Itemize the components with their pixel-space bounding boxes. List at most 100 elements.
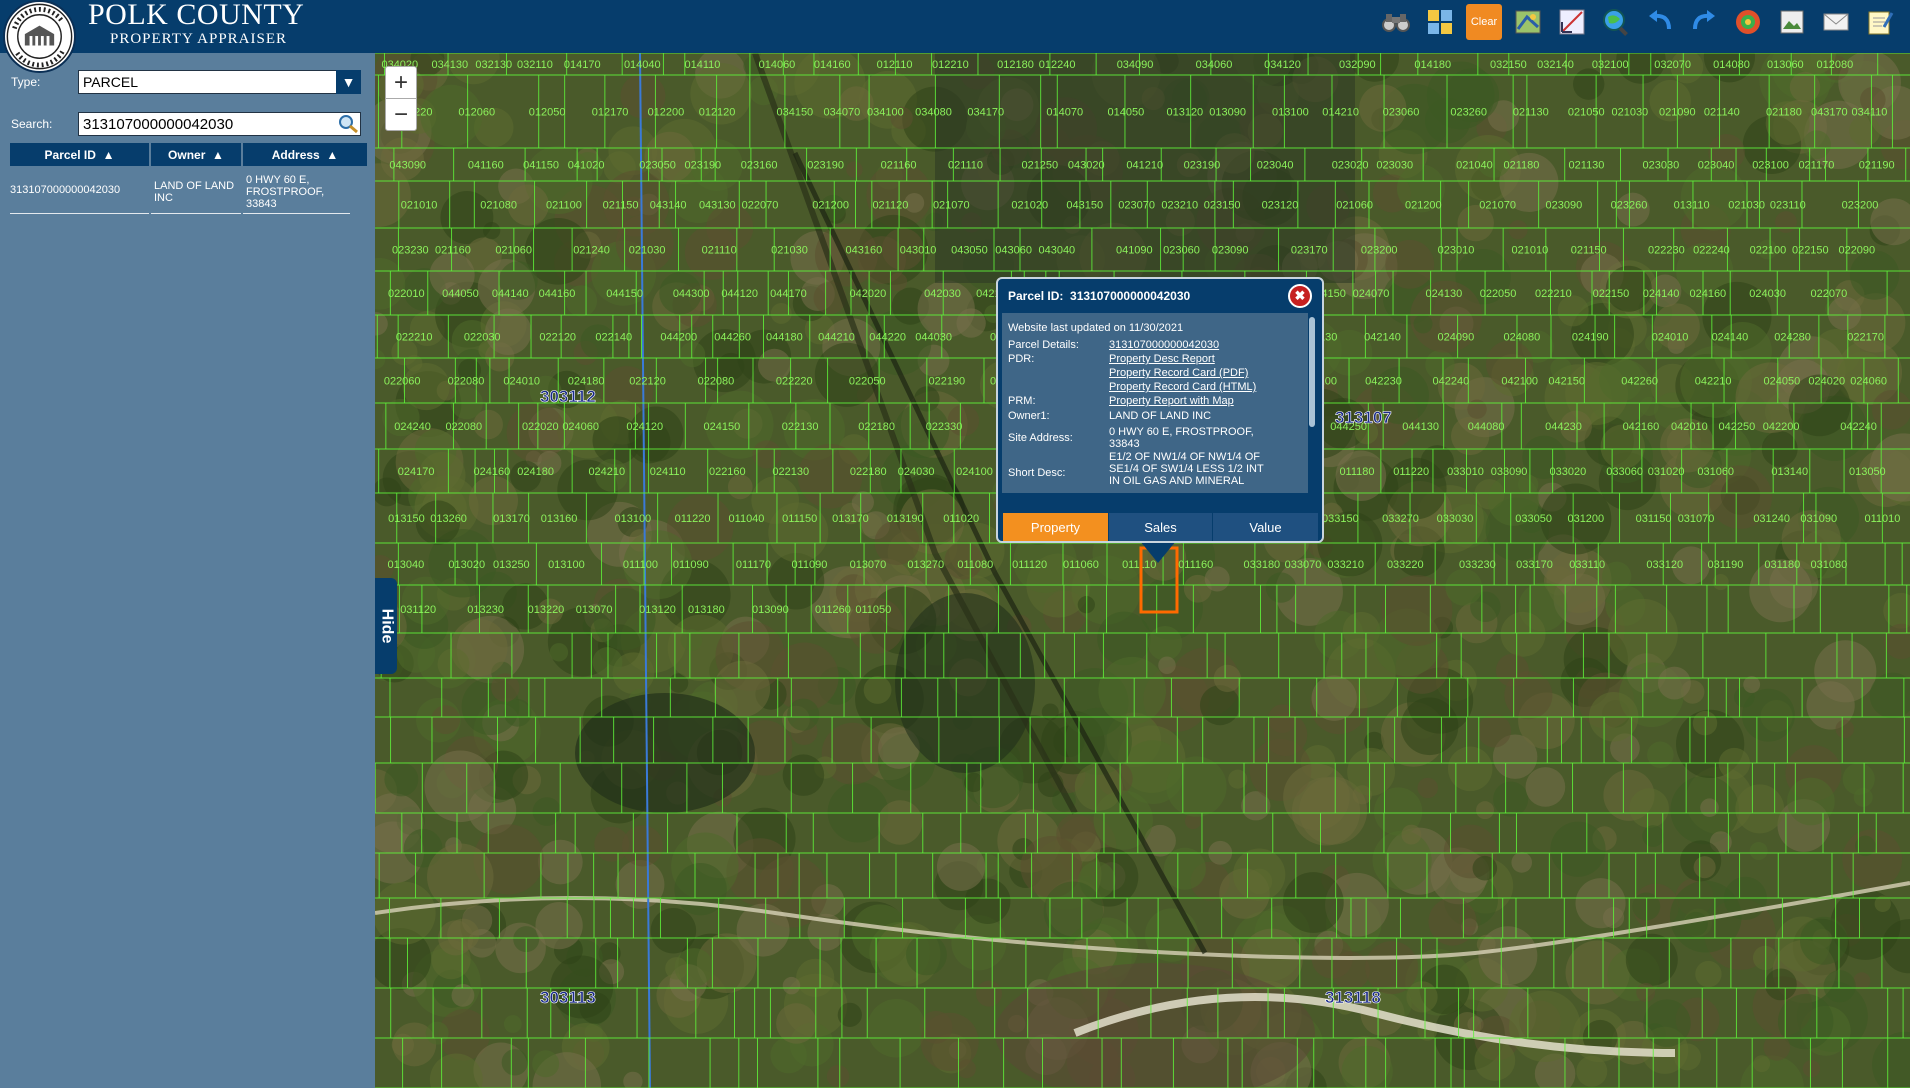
- chevron-down-icon[interactable]: ▼: [336, 70, 361, 94]
- search-icon[interactable]: [337, 114, 359, 134]
- type-select[interactable]: PARCEL: [78, 70, 361, 94]
- lot-number: 043020: [1068, 160, 1105, 172]
- lot-number: 042260: [1621, 376, 1658, 388]
- col-header-owner[interactable]: Owner ▲: [151, 143, 241, 166]
- lot-number: 033180: [1243, 559, 1280, 571]
- cell-parcel-id[interactable]: 313107000000042030: [10, 184, 120, 196]
- lot-number: 024140: [1712, 332, 1749, 344]
- lot-number: 024160: [474, 466, 511, 478]
- lot-number: 044120: [721, 288, 758, 300]
- lot-number: 044180: [766, 332, 803, 344]
- popup-title: Parcel ID: 313107000000042030: [1008, 289, 1191, 303]
- clear-label: Clear: [1470, 16, 1498, 28]
- lot-number: 013150: [388, 513, 425, 525]
- lot-number: 021030: [771, 245, 808, 257]
- lot-number: 013270: [907, 559, 944, 571]
- lot-number: 012120: [699, 107, 736, 119]
- parcel-details-link[interactable]: 313107000000042030: [1109, 339, 1219, 351]
- lot-number: 034110: [1852, 107, 1888, 119]
- short-desc-label: Short Desc:: [1008, 467, 1066, 479]
- col-header-parcel-id[interactable]: Parcel ID ▲: [10, 143, 149, 166]
- owner-line-1: LAND OF LAND: [154, 180, 235, 192]
- tab-value[interactable]: Value: [1213, 513, 1320, 541]
- lot-number: 042250: [1718, 421, 1755, 433]
- close-icon[interactable]: ✖: [1288, 284, 1312, 308]
- lot-number: 021140: [1704, 107, 1740, 119]
- lot-number: 044130: [1402, 421, 1439, 433]
- lot-number: 013220: [528, 604, 565, 616]
- lot-number: 021030: [629, 245, 666, 257]
- lot-number: 033210: [1327, 559, 1364, 571]
- lot-number: 013110: [1674, 200, 1710, 212]
- lot-number: 033050: [1515, 513, 1552, 525]
- lot-number: 032070: [1654, 59, 1691, 71]
- lot-number: 014070: [1046, 107, 1083, 119]
- popup-scrollbar[interactable]: [1309, 317, 1315, 427]
- lot-number: 021080: [480, 200, 517, 212]
- lot-number: 021010: [1512, 245, 1549, 257]
- lot-number: 021110: [702, 245, 737, 257]
- search-input[interactable]: [78, 112, 361, 136]
- measure-icon[interactable]: [1554, 4, 1590, 40]
- lot-number: 023200: [1361, 245, 1398, 257]
- lot-number: 034060: [1196, 59, 1233, 71]
- map-layers-icon[interactable]: [1510, 4, 1546, 40]
- lot-number: 013090: [1209, 107, 1246, 119]
- lot-number: 022090: [1838, 245, 1875, 257]
- lot-number: 014050: [1108, 107, 1145, 119]
- notepad-icon[interactable]: [1862, 4, 1898, 40]
- lot-number: 043150: [1066, 200, 1103, 212]
- lot-number: 013120: [1166, 107, 1203, 119]
- lot-number: 044200: [660, 332, 697, 344]
- lot-number: 014170: [564, 59, 601, 71]
- lot-number: 023030: [1643, 160, 1680, 172]
- redo-icon[interactable]: [1686, 4, 1722, 40]
- zoom-out-button[interactable]: −: [386, 99, 416, 130]
- binoculars-icon[interactable]: [1378, 4, 1414, 40]
- aerial-map[interactable]: 034020 034130 032130 032110 014170 014040 0141…: [375, 53, 1910, 1088]
- lot-number: 024060: [562, 421, 599, 433]
- property-record-card-pdf-link[interactable]: Property Record Card (PDF): [1109, 367, 1248, 379]
- parcel-popup: Parcel ID: 313107000000042030 ✖ Website …: [996, 277, 1324, 543]
- lot-number: 042030: [924, 288, 961, 300]
- hide-sidebar-button[interactable]: Hide: [375, 578, 397, 674]
- lot-number: 011150: [782, 513, 817, 525]
- property-record-card-html-link[interactable]: Property Record Card (HTML): [1109, 381, 1256, 393]
- lot-number: 012210: [932, 59, 969, 71]
- cell-address[interactable]: 0 HWY 60 E, FROSTPROOF, 33843: [246, 174, 324, 210]
- lot-number: 034170: [967, 107, 1004, 119]
- property-desc-report-link[interactable]: Property Desc Report: [1109, 353, 1215, 365]
- lot-number: 021170: [1798, 160, 1834, 172]
- lot-number: 032150: [1490, 59, 1527, 71]
- lot-number: 044260: [714, 332, 751, 344]
- tab-sales[interactable]: Sales: [1109, 513, 1214, 541]
- clear-icon[interactable]: Clear: [1466, 4, 1502, 40]
- col-header-address[interactable]: Address ▲: [243, 143, 367, 166]
- lot-number: 024280: [1774, 332, 1811, 344]
- lot-number: 021180: [1504, 160, 1540, 172]
- lot-number: 022060: [384, 376, 421, 388]
- zoom-in-button[interactable]: +: [386, 67, 416, 99]
- grid-icon[interactable]: [1422, 4, 1458, 40]
- lot-number: 024170: [398, 466, 435, 478]
- lot-number: 043010: [900, 245, 937, 257]
- globe-search-icon[interactable]: [1598, 4, 1634, 40]
- property-report-map-link[interactable]: Property Report with Map: [1109, 395, 1234, 407]
- lot-number: 024240: [394, 421, 431, 433]
- undo-icon[interactable]: [1642, 4, 1678, 40]
- lot-number: 013050: [1849, 466, 1886, 478]
- cell-owner[interactable]: LAND OF LAND INC: [154, 180, 234, 204]
- lot-number: 013140: [1771, 466, 1808, 478]
- lot-number: 024070: [1353, 288, 1390, 300]
- tab-property[interactable]: Property: [1003, 513, 1109, 541]
- image-icon[interactable]: [1774, 4, 1810, 40]
- lot-number: 011100: [623, 559, 658, 571]
- lot-number: 033070: [1285, 559, 1322, 571]
- map-canvas[interactable]: 034020 034130 032130 032110 014170 014040 0141…: [375, 53, 1910, 1088]
- email-icon[interactable]: [1818, 4, 1854, 40]
- lot-number: 013120: [639, 604, 676, 616]
- target-icon[interactable]: [1730, 4, 1766, 40]
- lot-number: 012170: [592, 107, 629, 119]
- lot-number: 042010: [1671, 421, 1708, 433]
- county-seal-logo[interactable]: [3, 0, 76, 73]
